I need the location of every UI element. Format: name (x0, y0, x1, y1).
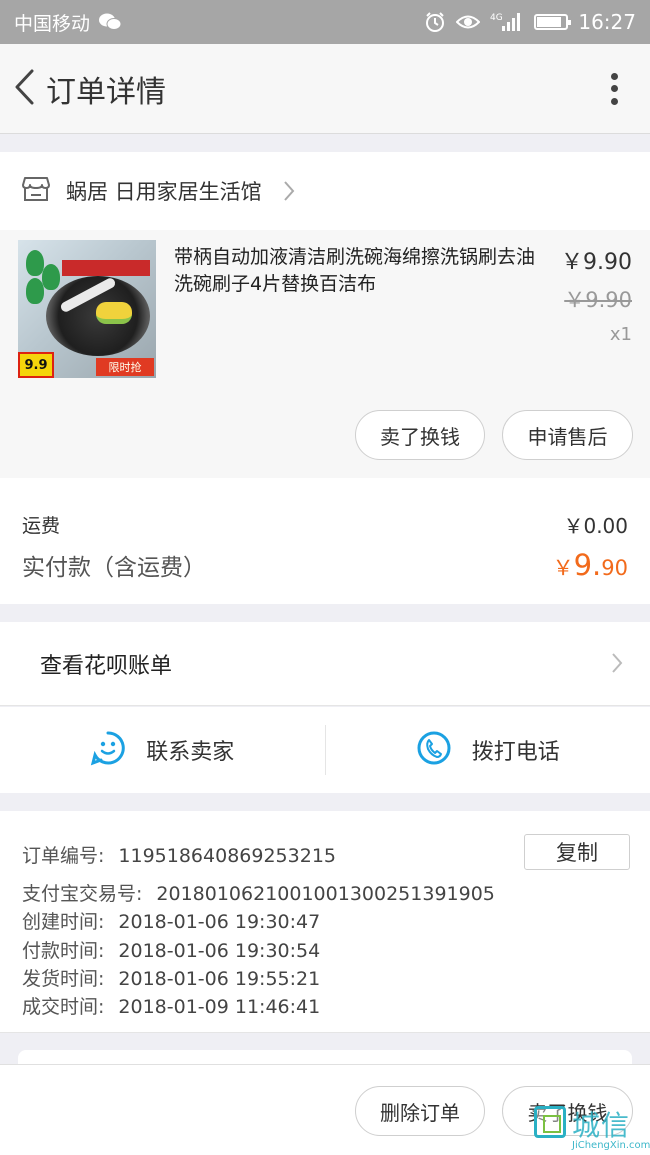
order-number: 119518640869253215 (118, 845, 336, 867)
shipping-row: 运费 ￥0.00 (22, 510, 628, 539)
product-thumbnail[interactable]: 9.9 限时抢 (18, 240, 156, 378)
contact-seller-label: 联系卖家 (146, 740, 235, 765)
header-bar: 订单详情 (0, 44, 650, 134)
alipay-trade-row: 支付宝交易号: 2018010621001001300251391905 (22, 883, 495, 905)
fee-section: 运费 ￥0.00 实付款（含运费） ￥9.90 (0, 478, 650, 604)
huabei-label: 查看花呗账单 (40, 653, 173, 679)
after-sale-button[interactable]: 申请售后 (502, 410, 633, 460)
battery-icon (534, 14, 572, 30)
wechat-icon (98, 12, 122, 32)
paid-time-row: 付款时间: 2018-01-06 19:30:54 (22, 940, 321, 962)
eye-icon (456, 13, 481, 31)
phone-icon (416, 730, 452, 770)
contact-seller-button[interactable]: 联系卖家 (0, 707, 325, 793)
chevron-right-icon (610, 652, 624, 674)
product-price: ￥9.90 (561, 250, 632, 275)
page-title: 订单详情 (46, 74, 166, 110)
original-price: ￥9.90 (564, 288, 632, 312)
price-column: ￥9.90 ￥9.90 x1 (561, 244, 632, 345)
paid-label: 实付款（含运费） (22, 555, 206, 581)
clock-time: 16:27 (578, 10, 636, 34)
chevron-left-icon (13, 68, 35, 110)
product-quantity: x1 (609, 324, 632, 345)
created-time-row: 创建时间: 2018-01-06 19:30:47 (22, 911, 321, 933)
call-button[interactable]: 拨打电话 (326, 707, 650, 793)
more-options-button[interactable] (604, 69, 624, 109)
delete-order-button[interactable]: 删除订单 (355, 1086, 485, 1136)
limited-time-tag: 限时抢 (96, 358, 154, 376)
carrier-name: 中国移动 (14, 12, 91, 35)
paid-row: 实付款（含运费） ￥9.90 (22, 548, 628, 582)
status-bar: 中国移动 4G 16:27 (0, 0, 650, 44)
vertical-dots-icon (610, 72, 618, 80)
battery-fill (537, 17, 561, 27)
product-title[interactable]: 带柄自动加液清洁刷洗碗海绵擦洗锅刷去油洗碗刷子4片替换百洁布 (174, 244, 544, 298)
goods-section: 9.9 限时抢 带柄自动加液清洁刷洗碗海绵擦洗锅刷去油洗碗刷子4片替换百洁布 ￥… (0, 230, 650, 478)
shop-name: 蜗居 日用家居生活馆 (66, 180, 262, 204)
svg-text:4G: 4G (490, 13, 503, 23)
price-badge: 9.9 (18, 352, 54, 378)
paid-value: ￥9.90 (552, 548, 628, 582)
order-info-section: 订单编号: 119518640869253215 复制 支付宝交易号: 201801… (0, 811, 650, 1033)
call-label: 拨打电话 (471, 740, 560, 765)
chat-face-icon (90, 730, 126, 770)
shipped-time-row: 发货时间: 2018-01-06 19:55:21 (22, 968, 321, 990)
copy-order-number-button[interactable]: 复制 (524, 834, 630, 870)
footer-action-bar: 删除订单 卖了换钱 (0, 1064, 650, 1155)
alipay-trade-number: 2018010621001001300251391905 (156, 883, 495, 905)
alarm-icon (424, 11, 446, 33)
footer-sell-button[interactable]: 卖了换钱 (502, 1086, 633, 1136)
completed-time-row: 成交时间: 2018-01-09 11:46:41 (22, 996, 321, 1018)
order-number-row: 订单编号: 119518640869253215 (22, 845, 336, 867)
contact-bar: 联系卖家 拨打电话 (0, 707, 650, 793)
sell-item-button[interactable]: 卖了换钱 (355, 410, 485, 460)
huabei-bill-row[interactable]: 查看花呗账单 (0, 622, 650, 706)
store-icon (22, 176, 50, 206)
back-button[interactable] (2, 59, 46, 119)
signal-icon: 4G (490, 11, 524, 33)
shipping-label: 运费 (22, 515, 61, 537)
shipping-value: ￥0.00 (563, 514, 628, 538)
chevron-right-icon (282, 180, 296, 202)
shop-row[interactable]: 蜗居 日用家居生活馆 (0, 152, 650, 230)
